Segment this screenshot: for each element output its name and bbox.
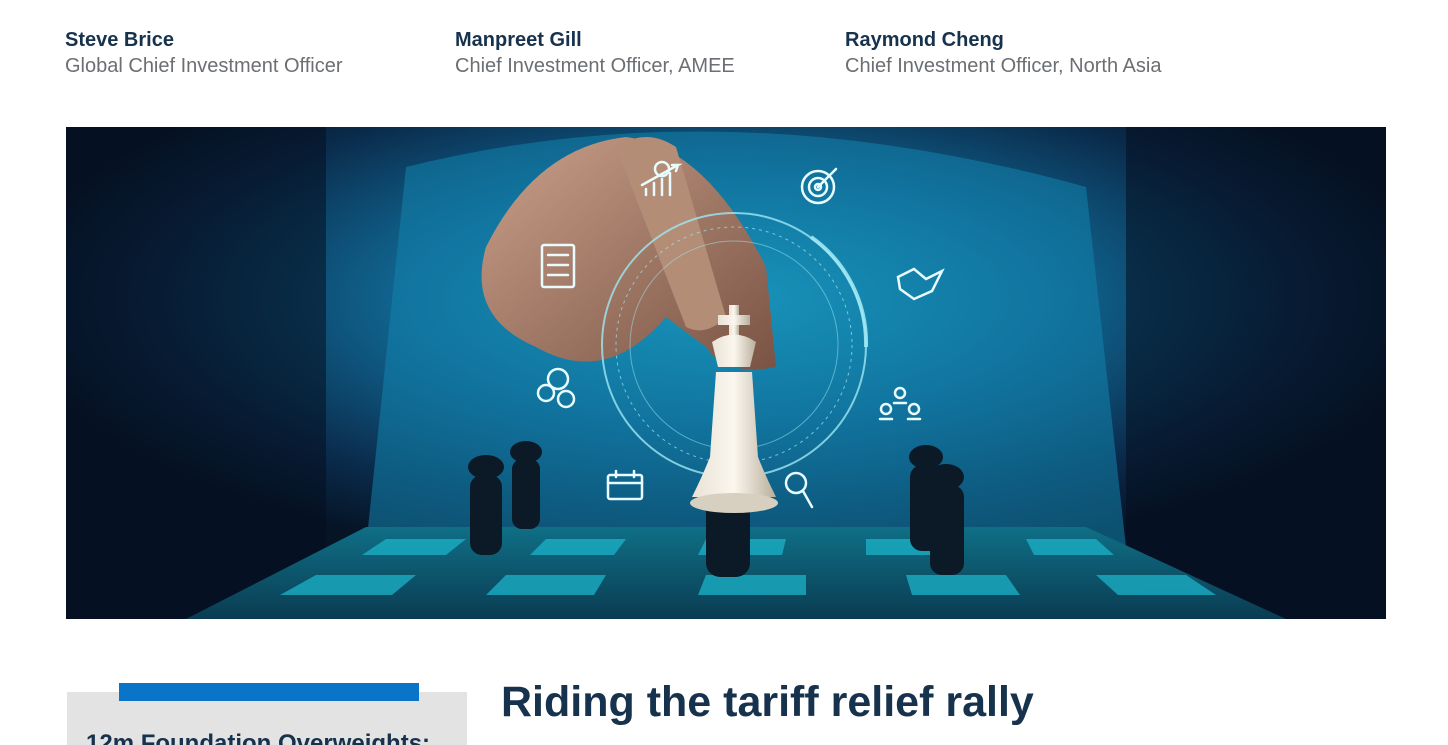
author-block-manpreet-gill: Manpreet Gill Chief Investment Officer, …: [455, 28, 735, 80]
author-title: Global Chief Investment Officer: [65, 55, 343, 77]
article-headline: Riding the tariff relief rally: [501, 678, 1034, 726]
sidebar-heading: 12m Foundation Overweights:: [86, 730, 431, 745]
author-name: Manpreet Gill: [455, 29, 582, 51]
page: Steve Brice Global Chief Investment Offi…: [0, 0, 1448, 745]
author-name: Steve Brice: [65, 29, 174, 51]
author-list: Steve Brice Global Chief Investment Offi…: [65, 28, 1365, 84]
author-name: Raymond Cheng: [845, 29, 1004, 51]
author-block-raymond-cheng: Raymond Cheng Chief Investment Officer, …: [845, 28, 1161, 80]
hero-image: [66, 127, 1386, 619]
author-title: Chief Investment Officer, North Asia: [845, 55, 1162, 77]
author-title: Chief Investment Officer, AMEE: [455, 55, 735, 77]
author-block-steve-brice: Steve Brice Global Chief Investment Offi…: [65, 28, 343, 80]
sidebar-accent-bar: [119, 683, 419, 701]
